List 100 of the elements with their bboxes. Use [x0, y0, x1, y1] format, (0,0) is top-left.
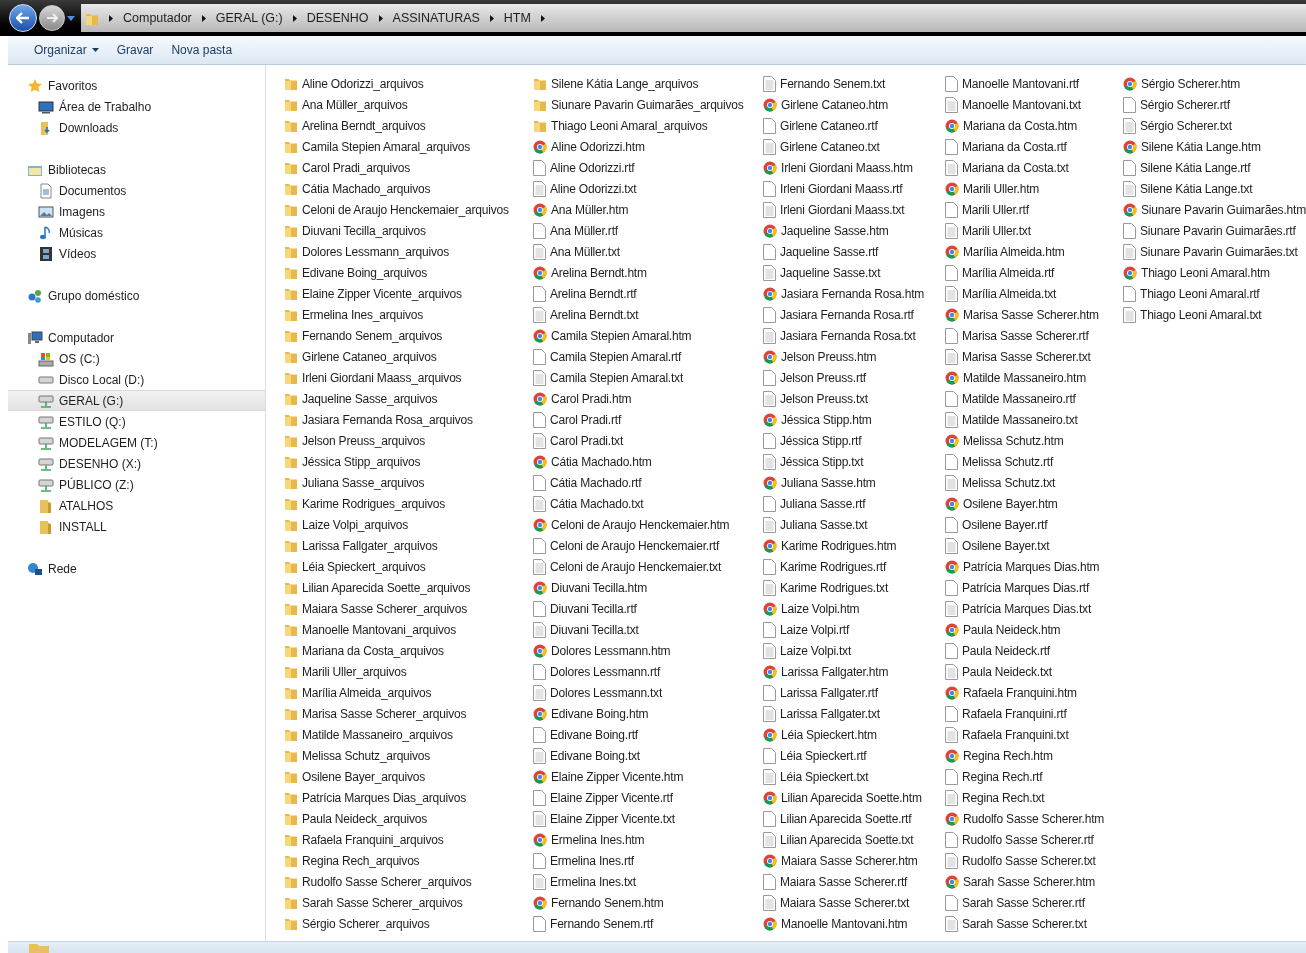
file-item[interactable]: Rafaela Franquini.rtf	[945, 703, 1123, 724]
file-item[interactable]: Camila Stepien Amaral.htm	[533, 325, 763, 346]
file-item[interactable]: Larissa Fallgater_arquivos	[284, 535, 533, 556]
sidebar-item[interactable]: Downloads	[8, 117, 265, 138]
file-item[interactable]: Mariana da Costa.htm	[945, 115, 1123, 136]
file-item[interactable]: Mariana da Costa.txt	[945, 157, 1123, 178]
file-item[interactable]: Jéssica Stipp_arquivos	[284, 451, 533, 472]
file-item[interactable]: Juliana Sasse.htm	[763, 472, 945, 493]
file-item[interactable]: Matilde Massaneiro.htm	[945, 367, 1123, 388]
file-item[interactable]: Dolores Lessmann.rtf	[533, 661, 763, 682]
breadcrumb-item[interactable]: DESENHO	[306, 8, 369, 28]
file-item[interactable]: Patrícia Marques Dias.htm	[945, 556, 1123, 577]
file-item[interactable]: Melissa Schutz.htm	[945, 430, 1123, 451]
file-item[interactable]: Arelina Berndt.rtf	[533, 283, 763, 304]
file-item[interactable]: Diuvani Tecilla.txt	[533, 619, 763, 640]
file-item[interactable]: Ermelina Ines.rtf	[533, 850, 763, 871]
file-item[interactable]: Thiago Leoni Amaral.txt	[1123, 304, 1303, 325]
file-item[interactable]: Osilene Bayer.htm	[945, 493, 1123, 514]
file-item[interactable]: Fernando Senem_arquivos	[284, 325, 533, 346]
file-item[interactable]: Ermelina Ines_arquivos	[284, 304, 533, 325]
file-item[interactable]: Cátia Machado.htm	[533, 451, 763, 472]
file-item[interactable]: Matilde Massaneiro.rtf	[945, 388, 1123, 409]
file-item[interactable]: Maiara Sasse Scherer_arquivos	[284, 598, 533, 619]
sidebar-item[interactable]: Computador	[8, 327, 265, 348]
sidebar-item[interactable]: INSTALL	[8, 516, 265, 537]
file-item[interactable]: Aline Odorizzi.txt	[533, 178, 763, 199]
file-item[interactable]: Edivane Boing.htm	[533, 703, 763, 724]
file-item[interactable]: Marília Almeida.txt	[945, 283, 1123, 304]
file-item[interactable]: Silene Kátia Lange_arquivos	[533, 73, 763, 94]
file-item[interactable]: Marisa Sasse Scherer.rtf	[945, 325, 1123, 346]
file-item[interactable]: Diuvani Tecilla.htm	[533, 577, 763, 598]
file-item[interactable]: Juliana Sasse_arquivos	[284, 472, 533, 493]
file-item[interactable]: Larissa Fallgater.htm	[763, 661, 945, 682]
file-item[interactable]: Rudolfo Sasse Scherer.htm	[945, 808, 1123, 829]
file-item[interactable]: Léia Spieckert_arquivos	[284, 556, 533, 577]
file-item[interactable]: Karime Rodrigues.rtf	[763, 556, 945, 577]
file-item[interactable]: Edivane Boing.txt	[533, 745, 763, 766]
file-item[interactable]: Camila Stepien Amaral.txt	[533, 367, 763, 388]
file-item[interactable]: Jaqueline Sasse_arquivos	[284, 388, 533, 409]
file-item[interactable]: Siunare Pavarin Guimarães_arquivos	[533, 94, 763, 115]
file-item[interactable]: Laize Volpi.rtf	[763, 619, 945, 640]
file-item[interactable]: Paula Neideck.htm	[945, 619, 1123, 640]
file-item[interactable]: Silene Kátia Lange.txt	[1123, 178, 1303, 199]
file-item[interactable]: Paula Neideck.rtf	[945, 640, 1123, 661]
file-item[interactable]: Marili Uller.rtf	[945, 199, 1123, 220]
file-item[interactable]: Paula Neideck_arquivos	[284, 808, 533, 829]
file-item[interactable]: Celoni de Araujo Henckemaier.txt	[533, 556, 763, 577]
file-item[interactable]: Jaqueline Sasse.htm	[763, 220, 945, 241]
file-item[interactable]: Celoni de Araujo Henckemaier.rtf	[533, 535, 763, 556]
file-item[interactable]: Sarah Sasse Scherer.htm	[945, 871, 1123, 892]
file-item[interactable]: Elaine Zipper Vicente.txt	[533, 808, 763, 829]
file-item[interactable]: Mariana da Costa.rtf	[945, 136, 1123, 157]
breadcrumb-item[interactable]: Computador	[123, 8, 192, 28]
file-item[interactable]: Rafaela Franquini_arquivos	[284, 829, 533, 850]
file-item[interactable]: Irleni Giordani Maass.txt	[763, 199, 945, 220]
file-item[interactable]: Silene Kátia Lange.rtf	[1123, 157, 1303, 178]
file-item[interactable]: Elaine Zipper Vicente.rtf	[533, 787, 763, 808]
file-item[interactable]: Cátia Machado.txt	[533, 493, 763, 514]
file-item[interactable]: Larissa Fallgater.txt	[763, 703, 945, 724]
file-item[interactable]: Dolores Lessmann.txt	[533, 682, 763, 703]
file-item[interactable]: Manoelle Mantovani_arquivos	[284, 619, 533, 640]
file-item[interactable]: Ermelina Ines.txt	[533, 871, 763, 892]
file-item[interactable]: Jasiara Fernanda Rosa.rtf	[763, 304, 945, 325]
forward-button[interactable]	[39, 5, 65, 31]
file-item[interactable]: Melissa Schutz.rtf	[945, 451, 1123, 472]
file-item[interactable]: Jelson Preuss_arquivos	[284, 430, 533, 451]
file-item[interactable]: Lilian Aparecida Soette_arquivos	[284, 577, 533, 598]
sidebar-item[interactable]: GERAL (G:)	[8, 390, 265, 411]
file-item[interactable]: Manoelle Mantovani.rtf	[945, 73, 1123, 94]
file-item[interactable]: Regina Rech_arquivos	[284, 850, 533, 871]
file-item[interactable]: Cátia Machado_arquivos	[284, 178, 533, 199]
sidebar-item[interactable]: DESENHO (X:)	[8, 453, 265, 474]
file-item[interactable]: Fernando Senem.txt	[763, 73, 945, 94]
file-item[interactable]: Diuvani Tecilla.rtf	[533, 598, 763, 619]
sidebar-item[interactable]: ATALHOS	[8, 495, 265, 516]
file-item[interactable]: Melissa Schutz.txt	[945, 472, 1123, 493]
file-item[interactable]: Rafaela Franquini.txt	[945, 724, 1123, 745]
breadcrumb-item[interactable]: HTM	[503, 8, 531, 28]
file-item[interactable]: Regina Rech.rtf	[945, 766, 1123, 787]
file-item[interactable]: Carol Pradi.txt	[533, 430, 763, 451]
file-item[interactable]: Dolores Lessmann.htm	[533, 640, 763, 661]
file-item[interactable]: Elaine Zipper Vicente_arquivos	[284, 283, 533, 304]
file-item[interactable]: Jéssica Stipp.htm	[763, 409, 945, 430]
toolbar-button[interactable]: Organizar	[26, 39, 107, 61]
file-item[interactable]: Cátia Machado.rtf	[533, 472, 763, 493]
file-item[interactable]: Siunare Pavarin Guimarães.txt	[1123, 241, 1303, 262]
file-item[interactable]: Sérgio Scherer.txt	[1123, 115, 1303, 136]
file-item[interactable]: Sérgio Scherer.rtf	[1123, 94, 1303, 115]
file-item[interactable]: Arelina Berndt_arquivos	[284, 115, 533, 136]
file-item[interactable]: Sérgio Scherer_arquivos	[284, 913, 533, 934]
file-item[interactable]: Marisa Sasse Scherer.htm	[945, 304, 1123, 325]
file-item[interactable]: Jelson Preuss.txt	[763, 388, 945, 409]
sidebar-item[interactable]: OS (C:)	[8, 348, 265, 369]
sidebar-item[interactable]: Disco Local (D:)	[8, 369, 265, 390]
sidebar-item[interactable]: Vídeos	[8, 243, 265, 264]
sidebar-item[interactable]: Documentos	[8, 180, 265, 201]
file-item[interactable]: Jasiara Fernanda Rosa_arquivos	[284, 409, 533, 430]
file-item[interactable]: Carol Pradi_arquivos	[284, 157, 533, 178]
file-item[interactable]: Ana Müller_arquivos	[284, 94, 533, 115]
file-item[interactable]: Karime Rodrigues_arquivos	[284, 493, 533, 514]
